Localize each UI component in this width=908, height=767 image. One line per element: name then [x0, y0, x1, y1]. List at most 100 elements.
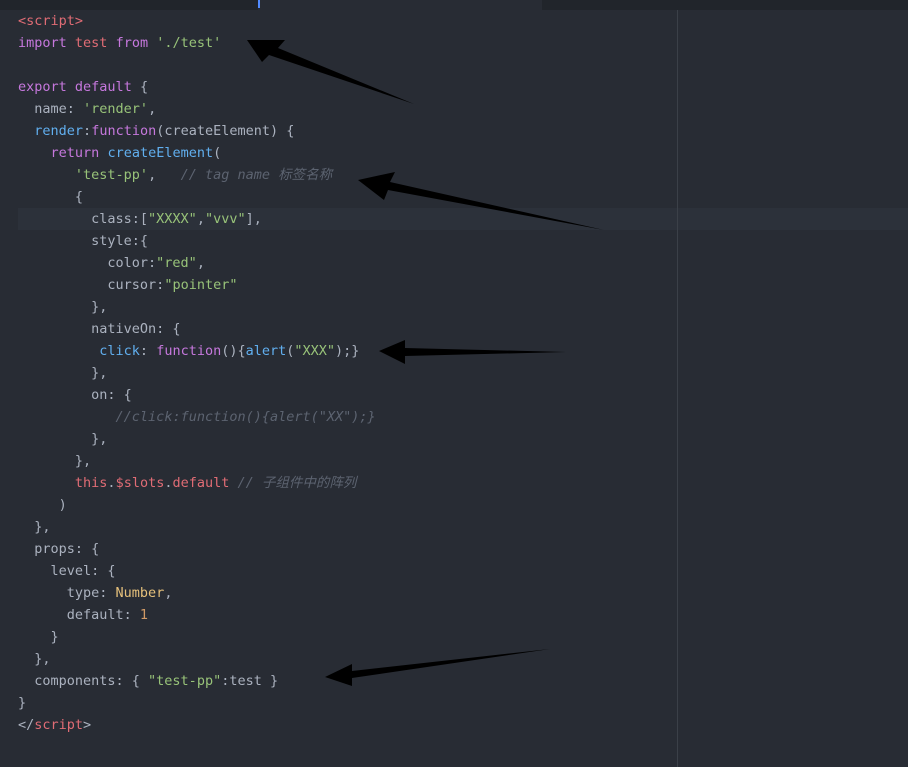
code-token: :: [139, 343, 157, 359]
code-token: alert: [245, 343, 287, 359]
code-token: "pointer": [164, 277, 238, 293]
code-token: },: [18, 365, 108, 381]
code-line: color:"red",: [18, 252, 376, 274]
code-token: ,: [164, 585, 173, 601]
tab-bar: [0, 0, 908, 10]
code-token: {: [18, 189, 84, 205]
code-token: ],: [245, 211, 262, 227]
code-line: return createElement(: [18, 142, 376, 164]
code-token: render: [34, 123, 84, 139]
code-token: },: [18, 519, 51, 535]
code-token: (){: [221, 343, 246, 359]
code-token: level: {: [18, 563, 116, 579]
code-token: },: [18, 453, 92, 469]
code-token: export: [18, 79, 67, 95]
code-token: );}: [335, 343, 360, 359]
code-token: },: [18, 431, 108, 447]
code-line: },: [18, 296, 376, 318]
code-line: {: [18, 186, 376, 208]
code-token: test: [74, 35, 108, 51]
code-line: type: Number,: [18, 582, 376, 604]
arrow-annotation-3: [379, 340, 566, 364]
code-token: class:[: [18, 211, 149, 227]
code-token: import: [18, 35, 67, 51]
code-line: render:function(createElement) {: [18, 120, 376, 142]
code-token: // 子组件中的阵列: [237, 475, 357, 491]
code-line: default: 1: [18, 604, 376, 626]
code-token: on: {: [18, 387, 132, 403]
code-token: default: [172, 475, 230, 491]
code-token: this: [74, 475, 108, 491]
code-token: function: [91, 123, 157, 139]
code-token: createElement: [107, 145, 214, 161]
code-line: //click:function(){alert("XX");}: [18, 406, 376, 428]
code-line: ): [18, 494, 376, 516]
code-line: level: {: [18, 560, 376, 582]
code-line: import test from './test': [18, 32, 376, 54]
code-token: :test }: [221, 673, 279, 689]
code-token: :: [83, 123, 92, 139]
code-token: props: {: [18, 541, 100, 557]
code-token: from: [115, 35, 149, 51]
code-token: cursor:: [18, 277, 165, 293]
code-token: (createElement) {: [156, 123, 295, 139]
code-line: cursor:"pointer": [18, 274, 376, 296]
code-token: type:: [18, 585, 116, 601]
code-token: ,: [148, 167, 181, 183]
code-token: "XXXX": [148, 211, 197, 227]
code-token: }: [18, 695, 27, 711]
code-token: $slots: [115, 475, 165, 491]
code-line: on: {: [18, 384, 376, 406]
code-line: 'test-pp', // tag name 标签名称: [18, 164, 376, 186]
code-line: </script>: [18, 714, 376, 736]
code-token: ,: [196, 255, 205, 271]
code-token: },: [18, 651, 51, 667]
code-token: ): [18, 497, 67, 513]
code-line: class:["XXXX","vvv"],: [18, 208, 376, 230]
code-token: "XXX": [294, 343, 336, 359]
code-token: default:: [18, 607, 140, 623]
code-line: export default {: [18, 76, 376, 98]
code-token: //click:function(){alert("XX");}: [115, 409, 376, 425]
code-token: Number: [115, 585, 165, 601]
code-token: 'render': [83, 101, 149, 117]
code-token: },: [18, 299, 108, 315]
code-token: </: [18, 717, 35, 733]
code-line: },: [18, 450, 376, 472]
code-token: './test': [156, 35, 222, 51]
active-tab[interactable]: [258, 0, 542, 10]
code-token: "red": [156, 255, 197, 271]
code-token: return: [50, 145, 100, 161]
code-line: name: 'render',: [18, 98, 376, 120]
code-token: .: [107, 475, 116, 491]
code-token: script: [34, 717, 84, 733]
code-token: ,: [196, 211, 205, 227]
code-token: "test-pp": [148, 673, 222, 689]
code-token: ,: [148, 101, 157, 117]
vertical-ruler: [677, 10, 678, 767]
code-token: // tag name 标签名称: [180, 167, 333, 183]
code-token: (: [213, 145, 222, 161]
code-line: components: { "test-pp":test }: [18, 670, 376, 692]
code-editor[interactable]: <script> import test from './test' export …: [18, 10, 376, 736]
code-token: 1: [139, 607, 149, 623]
code-line: },: [18, 648, 376, 670]
code-token: click: [99, 343, 140, 359]
code-token: components: {: [18, 673, 149, 689]
code-token: function: [156, 343, 222, 359]
code-token: name:: [18, 101, 84, 117]
code-line: }: [18, 626, 376, 648]
code-token: "vvv": [204, 211, 246, 227]
code-token: <script>: [18, 13, 84, 29]
code-line: <script>: [18, 10, 376, 32]
code-token: nativeOn: {: [18, 321, 181, 337]
tab-indicator: [258, 0, 260, 8]
code-token: 'test-pp': [74, 167, 149, 183]
